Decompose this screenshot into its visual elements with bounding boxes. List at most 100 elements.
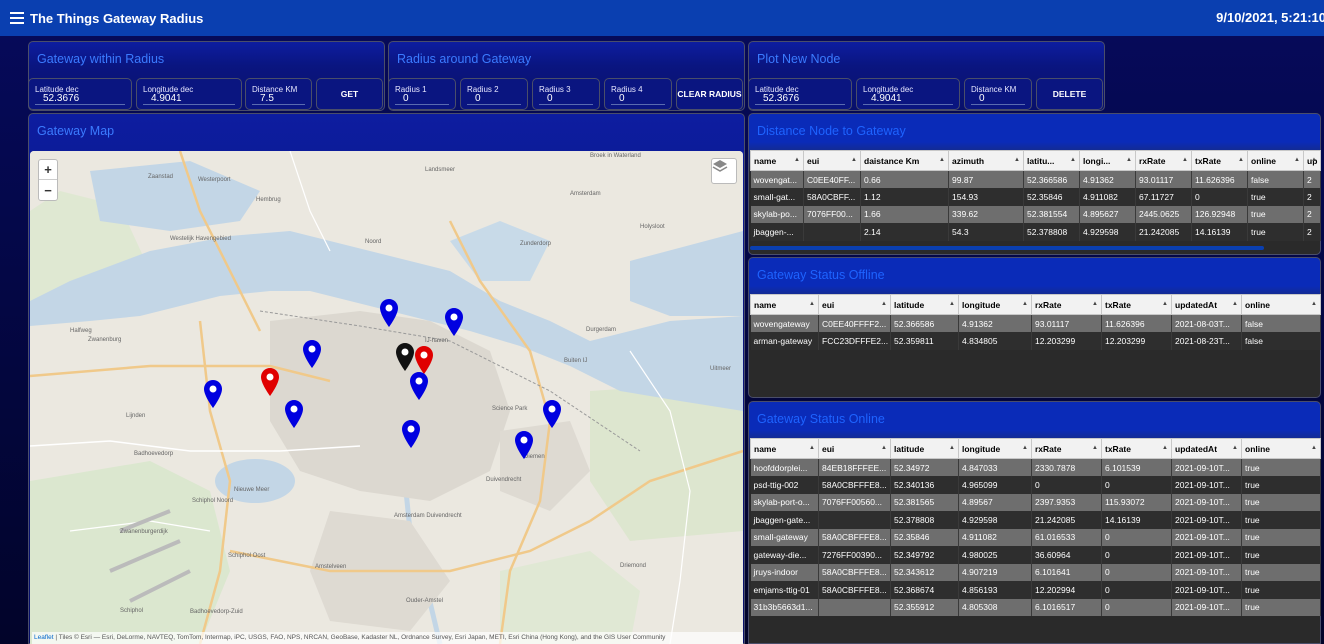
gateway-marker-icon[interactable] — [543, 400, 561, 428]
node-marker-red-icon[interactable] — [415, 346, 433, 374]
gateway-marker-icon[interactable] — [380, 299, 398, 327]
gateway-marker-icon[interactable] — [402, 420, 420, 448]
pnn-distance-field[interactable]: Distance KM 0 — [964, 78, 1032, 110]
gateway-marker-icon[interactable] — [515, 431, 533, 459]
column-header[interactable]: longitude ▲ — [958, 438, 1032, 459]
table-row[interactable]: gateway-die... 7276FF00390... 52.349792 4.9… — [750, 546, 1321, 564]
column-header[interactable]: rxRate ▲ — [1031, 294, 1102, 315]
column-header[interactable]: name ▲ — [750, 438, 819, 459]
column-header[interactable]: name ▲ — [750, 150, 804, 171]
column-header[interactable]: eui ▲ — [818, 294, 891, 315]
node-marker-black-icon[interactable] — [396, 343, 414, 371]
table-cell: hoofddorplei... — [750, 458, 819, 476]
table-row[interactable]: arman-gateway FCC23DFFFE2... 52.359811 4.83… — [750, 332, 1321, 350]
radius-2-field[interactable]: Radius 2 0 — [460, 78, 528, 110]
field-value: 52.3676 — [43, 93, 80, 104]
table-cell: arman-gateway — [750, 332, 819, 350]
table-row[interactable]: skylab-port-o... 7076FF00560... 52.381565 4… — [750, 493, 1321, 511]
gateway-marker-icon[interactable] — [303, 340, 321, 368]
gateway-marker-icon[interactable] — [204, 380, 222, 408]
column-header[interactable]: online ▲ — [1247, 150, 1304, 171]
table-row[interactable]: emjams-ttig-01 58A0CBFFFE8... 52.368674 4.8… — [750, 581, 1321, 599]
table-cell: true — [1247, 223, 1304, 241]
column-header[interactable]: updatedAt ▲ — [1171, 294, 1242, 315]
column-header[interactable]: up ▲ — [1303, 150, 1321, 171]
column-header[interactable]: latitu... ▲ — [1023, 150, 1080, 171]
gateway-marker-icon[interactable] — [445, 308, 463, 336]
app-header: The Things Gateway Radius 9/10/2021, 5:2… — [0, 0, 1324, 36]
menu-icon[interactable] — [10, 12, 24, 24]
layers-icon[interactable] — [711, 158, 737, 184]
panel-title: Gateway Status Online — [757, 412, 885, 426]
leaflet-link[interactable]: Leaflet — [34, 634, 54, 641]
table-cell: 2 — [1303, 188, 1321, 206]
column-header[interactable]: azimuth ▲ — [948, 150, 1024, 171]
table-row[interactable]: jbaggen-... 2.14 54.3 52.378808 4.929598 21.2… — [750, 223, 1321, 241]
table-row[interactable]: jruys-indoor 58A0CBFFFE8... 52.343612 4.907… — [750, 563, 1321, 581]
table-cell: 4.895627 — [1079, 205, 1136, 223]
gateway-marker-icon[interactable] — [410, 372, 428, 400]
table-cell: 4.89567 — [958, 493, 1032, 511]
online-table: name ▲ eui ▲ latitude ▲ longitude ▲ rxRate ▲ txRat… — [750, 438, 1321, 616]
column-header[interactable]: online ▲ — [1241, 294, 1321, 315]
column-header[interactable]: updatedAt ▲ — [1171, 438, 1242, 459]
column-header[interactable]: latitude ▲ — [890, 294, 959, 315]
pnn-latitude-field[interactable]: Latitude dec 52.3676 — [748, 78, 852, 110]
column-header[interactable]: online ▲ — [1241, 438, 1321, 459]
node-marker-red-icon[interactable] — [261, 368, 279, 396]
column-header[interactable]: txRate ▲ — [1191, 150, 1248, 171]
pnn-longitude-field[interactable]: Longitude dec 4.9041 — [856, 78, 960, 110]
column-header[interactable]: rxRate ▲ — [1135, 150, 1192, 171]
column-header[interactable]: daistance Km ▲ — [860, 150, 949, 171]
column-header-label: latitude — [894, 443, 925, 454]
column-header[interactable]: eui ▲ — [818, 438, 891, 459]
table-row[interactable]: wovengateway C0EE40FFFF2... 52.366586 4.913… — [750, 314, 1321, 332]
map-label: Schiphol — [120, 608, 144, 614]
radius-4-field[interactable]: Radius 4 0 — [604, 78, 672, 110]
radius-1-field[interactable]: Radius 1 0 — [388, 78, 456, 110]
map-label: Schiphol Noord — [192, 498, 234, 504]
sort-arrow-icon: ▲ — [1162, 301, 1168, 307]
table-cell: 52.35846 — [1023, 188, 1080, 206]
delete-button[interactable]: DELETE — [1036, 78, 1103, 110]
table-row[interactable]: small-gat... 58A0CBFF... 1.12 154.93 52.3584… — [750, 188, 1321, 206]
table-row[interactable]: 31b3b5663d1... 52.355912 4.805308 6.1016517… — [750, 598, 1321, 616]
table-row[interactable]: small-gateway 58A0CBFFFE8... 52.35846 4.911… — [750, 528, 1321, 546]
column-header[interactable]: latitude ▲ — [890, 438, 959, 459]
gwr-longitude-field[interactable]: Longitude dec 4.9041 — [136, 78, 242, 110]
map-label: Ouder-Amstel — [406, 598, 444, 604]
sort-arrow-icon: ▲ — [1092, 445, 1098, 451]
column-header-label: txRate — [1105, 443, 1131, 454]
table-row[interactable]: hoofddorplei... 84EB18FFFEE... 52.34972 4.8… — [750, 458, 1321, 476]
gateway-map[interactable]: Zaanstad Westerpoort Hembrug Landsmeer B… — [30, 151, 743, 644]
table-row[interactable]: psd-ttig-002 58A0CBFFFE8... 52.340136 4.965… — [750, 476, 1321, 494]
attribution-text: | Tiles © Esri — Esri, DeLorme, NAVTEQ, … — [53, 634, 666, 641]
table-cell: 2 — [1303, 170, 1321, 188]
table-cell: 52.343612 — [890, 563, 959, 581]
column-header[interactable]: longi... ▲ — [1079, 150, 1136, 171]
column-header[interactable]: longitude ▲ — [958, 294, 1032, 315]
column-header[interactable]: name ▲ — [750, 294, 819, 315]
column-header[interactable]: txRate ▲ — [1101, 294, 1172, 315]
gwr-latitude-field[interactable]: Latitude dec 52.3676 — [28, 78, 132, 110]
get-button[interactable]: GET — [316, 78, 383, 110]
zoom-out-button[interactable]: − — [39, 180, 57, 200]
table-row[interactable]: jbaggen-gate... 52.378808 4.929598 21.24208… — [750, 511, 1321, 529]
radius-3-field[interactable]: Radius 3 0 — [532, 78, 600, 110]
clear-radius-button[interactable]: CLEAR RADIUS — [676, 78, 743, 110]
column-header[interactable]: rxRate ▲ — [1031, 438, 1102, 459]
zoom-in-button[interactable]: + — [39, 160, 57, 180]
table-row[interactable]: wovengat... C0EE40FF... 0.66 99.87 52.366586… — [750, 170, 1321, 188]
table-cell: true — [1241, 528, 1321, 546]
field-value: 0 — [403, 93, 409, 104]
column-header[interactable]: eui ▲ — [803, 150, 861, 171]
gateway-marker-icon[interactable] — [285, 400, 303, 428]
table-cell: 52.366586 — [1023, 170, 1080, 188]
gwr-distance-field[interactable]: Distance KM 7.5 — [245, 78, 312, 110]
table-cell: true — [1241, 563, 1321, 581]
column-header[interactable]: txRate ▲ — [1101, 438, 1172, 459]
table-row[interactable]: skylab-po... 7076FF00... 1.66 339.62 52.3815… — [750, 205, 1321, 223]
sort-arrow-icon: ▲ — [809, 445, 815, 451]
map-label: Science Park — [492, 406, 528, 412]
horizontal-scrollbar[interactable] — [750, 245, 1320, 251]
